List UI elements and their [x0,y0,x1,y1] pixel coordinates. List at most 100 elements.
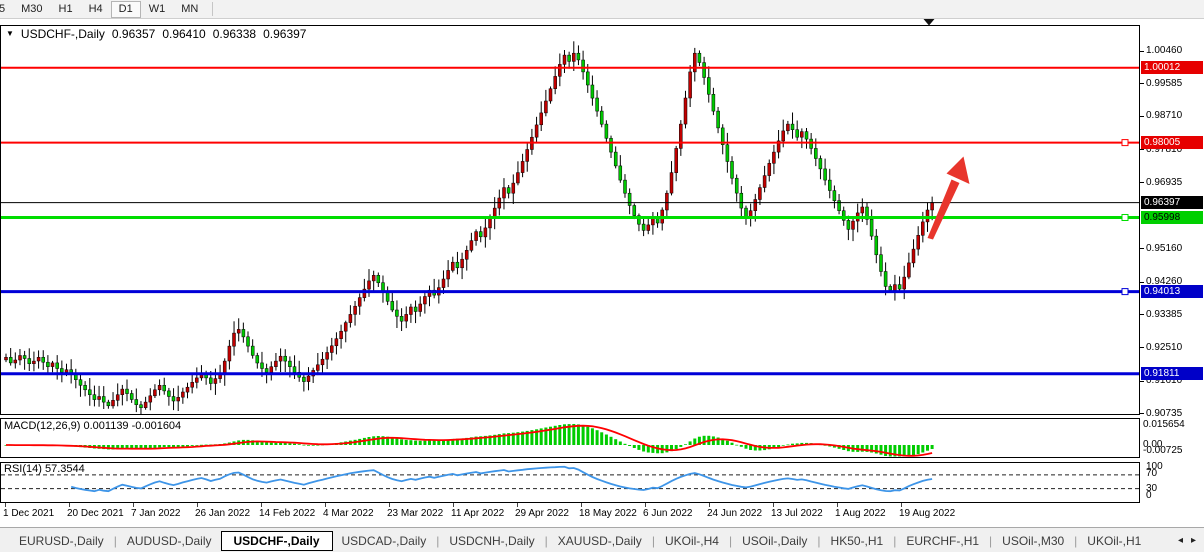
date-label: 26 Jan 2022 [195,508,250,519]
axis-tick-mark [1140,83,1144,84]
date-tick-mark [837,503,838,507]
timeframe-button-m30[interactable]: M30 [13,1,50,18]
price-level-badge: 0.94013 [1141,285,1203,298]
date-label: 20 Dec 2021 [67,508,124,519]
chart-tab-xauusd-daily[interactable]: XAUUSD-,Daily [549,531,651,551]
date-label: 24 Jun 2022 [707,508,762,519]
date-tick-mark [773,503,774,507]
macd-axis-label: 0.015654 [1143,419,1185,430]
date-tick-mark [453,503,454,507]
axis-tick-mark [1140,314,1144,315]
date-tick-mark [581,503,582,507]
timeframe-button-5[interactable]: 5 [0,1,13,18]
chart-tab-usoil-daily[interactable]: USOil-,Daily [733,531,816,551]
rsi-indicator-label: RSI(14) 57.3544 [4,463,85,475]
main-chart-pane[interactable] [0,25,1140,415]
rsi-axis-label: 70 [1146,468,1157,479]
date-tick-mark [69,503,70,507]
timeframe-button-h4[interactable]: H4 [81,1,111,18]
timeframe-button-w1[interactable]: W1 [141,1,174,18]
chart-tab-audusd-daily[interactable]: AUDUSD-,Daily [118,531,221,551]
axis-tick-label: 0.96935 [1146,177,1182,188]
axis-tick-mark [1140,381,1144,382]
chart-tab-ukoil-h1[interactable]: UKOil-,H1 [1078,531,1150,551]
rsi-axis-label: 0 [1146,490,1152,501]
macd-signal-value: -0.001604 [132,420,182,432]
rsi-value: 57.3544 [45,463,85,475]
axis-tick-mark [1140,116,1144,117]
ohlc-low: 0.96338 [213,27,256,41]
date-label: 7 Jan 2022 [131,508,181,519]
date-tick-mark [389,503,390,507]
date-tick-mark [517,503,518,507]
ohlc-close: 0.96397 [263,27,306,41]
axis-tick-mark [1140,413,1144,414]
axis-tick-mark [1140,182,1144,183]
price-level-badge: 0.98005 [1141,136,1203,149]
chart-tab-usdcnh-daily[interactable]: USDCNH-,Daily [440,531,543,551]
date-tick-mark [5,503,6,507]
date-tick-mark [901,503,902,507]
axis-tick-label: 0.98710 [1146,110,1182,121]
timeframe-button-mn[interactable]: MN [173,1,206,18]
ohlc-open: 0.96357 [112,27,155,41]
axis-tick-mark [1140,51,1144,52]
axis-tick-label: 0.92510 [1146,342,1182,353]
date-label: 23 Mar 2022 [387,508,443,519]
price-level-badge: 0.95998 [1141,211,1203,224]
date-label: 1 Aug 2022 [835,508,886,519]
chart-tab-eurchf-h1[interactable]: EURCHF-,H1 [897,531,988,551]
date-tick-mark [261,503,262,507]
tab-scroll-left[interactable]: ◂ [1178,535,1183,546]
timeframe-button-h1[interactable]: H1 [51,1,81,18]
axis-tick-label: 0.90735 [1146,408,1182,419]
timeframe-toolbar: 5M30H1H4D1W1MN [0,0,1204,19]
symbol-dropdown-icon[interactable]: ▼ [6,29,14,39]
date-label: 19 Aug 2022 [899,508,955,519]
ohlc-high: 0.96410 [162,27,205,41]
date-label: 11 Apr 2022 [451,508,504,519]
date-label: 18 May 2022 [579,508,637,519]
date-label: 1 Dec 2021 [3,508,54,519]
date-label: 14 Feb 2022 [259,508,315,519]
chart-tab-usdchf-daily[interactable]: USDCHF-,Daily [221,531,333,551]
axis-tick-label: 0.95160 [1146,243,1182,254]
chart-tab-ukoil-h4[interactable]: UKOil-,H4 [656,531,728,551]
macd-axis-label: -0.00725 [1143,445,1182,456]
axis-tick-mark [1140,347,1144,348]
chart-tab-usdcad-daily[interactable]: USDCAD-,Daily [333,531,436,551]
date-label: 13 Jul 2022 [771,508,823,519]
axis-tick-label: 0.93385 [1146,309,1182,320]
date-tick-mark [645,503,646,507]
macd-name: MACD(12,26,9) [4,420,80,432]
chart-tab-usoil-m30[interactable]: USOil-,M30 [993,531,1073,551]
date-label: 29 Apr 2022 [515,508,569,519]
chart-tab-bar: EURUSD-,Daily|AUDUSD-,DailyUSDCHF-,Daily… [0,527,1204,552]
mt4-chart-window: 5M30H1H4D1W1MN ▼ USDCHF-,Daily 0.96357 0… [0,0,1204,552]
price-level-badge: 0.91811 [1141,367,1203,380]
axis-tick-label: 1.00460 [1146,45,1182,56]
date-tick-mark [325,503,326,507]
macd-main-value: 0.001139 [83,420,128,432]
axis-tick-mark [1140,282,1144,283]
rsi-pane[interactable] [0,462,1140,503]
timeframe-button-d1[interactable]: D1 [111,1,141,18]
date-tick-mark [709,503,710,507]
rsi-name: RSI(14) [4,463,42,475]
chart-symbol-label: USDCHF-,Daily [21,27,105,41]
axis-tick-mark [1140,248,1144,249]
tab-scroll-right[interactable]: ▸ [1191,535,1196,546]
chart-title: ▼ USDCHF-,Daily 0.96357 0.96410 0.96338 … [6,27,306,41]
axis-tick-label: 0.99585 [1146,78,1182,89]
macd-indicator-label: MACD(12,26,9) 0.001139 -0.001604 [4,420,181,432]
chart-tab-hk50-h1[interactable]: HK50-,H1 [822,531,893,551]
price-level-badge: 1.00012 [1141,61,1203,74]
date-label: 6 Jun 2022 [643,508,693,519]
axis-tick-mark [1140,149,1144,150]
price-level-badge: 0.96397 [1141,196,1203,209]
date-tick-mark [197,503,198,507]
date-label: 4 Mar 2022 [323,508,374,519]
toolbar-separator [212,2,213,16]
date-tick-mark [133,503,134,507]
chart-tab-eurusd-daily[interactable]: EURUSD-,Daily [10,531,113,551]
